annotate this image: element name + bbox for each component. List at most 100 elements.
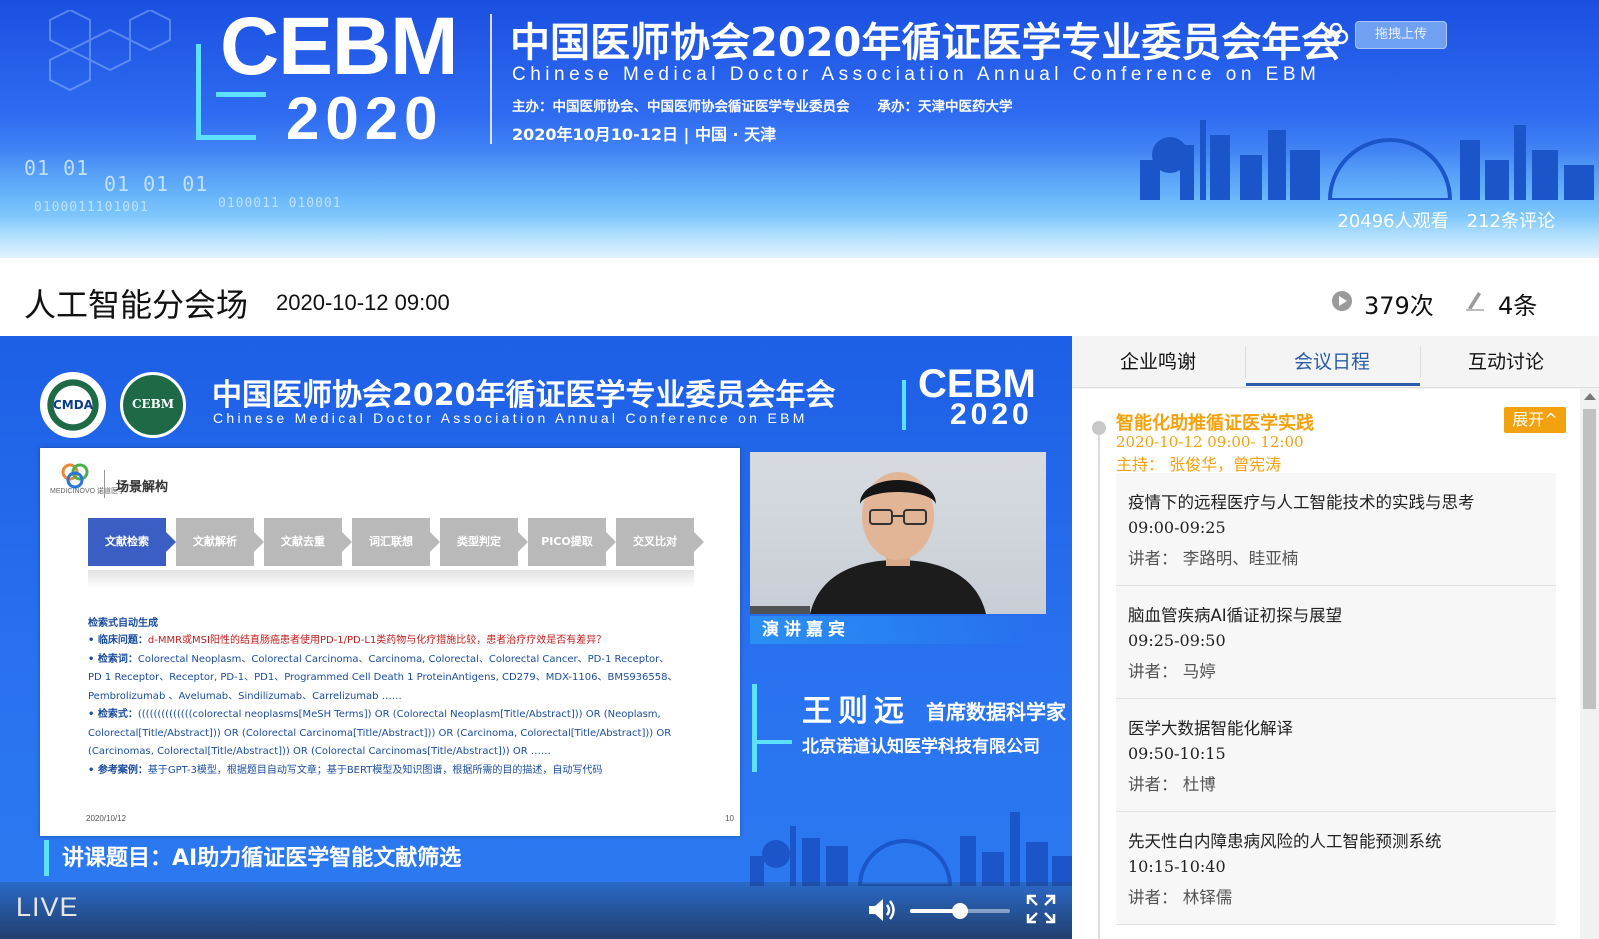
video-player[interactable]: CMDA CEBM 中国医师协会2020年循证医学专业委员会年会 Chinese… xyxy=(0,336,1072,939)
host-text: 主办：中国医师协会、中国医师协会循证医学专业委员会 xyxy=(512,99,850,115)
slide-line: • 检索词：Colorectal Neoplasm、Colorectal Car… xyxy=(88,651,708,670)
process-step: 文献检索 xyxy=(88,518,176,566)
talk-time: 09:00-09:25 xyxy=(1128,518,1226,537)
speaker-organization: 北京诺道认知医学科技有限公司 xyxy=(802,737,1040,757)
slide-line-prefix: • 参考案例： xyxy=(88,764,148,776)
speaker-tag: 演讲嘉宾 xyxy=(750,616,1040,644)
live-indicator: LIVE xyxy=(16,892,79,922)
link-icon[interactable] xyxy=(1322,22,1350,48)
step-reflection xyxy=(88,570,694,588)
active-tab-indicator xyxy=(1246,383,1420,386)
speaker-title: 首席数据科学家 xyxy=(926,700,1066,724)
panel-tabs: 企业鸣谢 会议日程 互动讨论 xyxy=(1072,336,1599,388)
slide-line: • 临床问题：d-MMR或MSI阳性的结直肠癌患者使用PD-1/PD-L1类药物… xyxy=(88,632,708,651)
process-steps: 文献检索 文献解析 文献去重 词汇联想 类型判定 PICO提取 交叉比对 xyxy=(88,518,704,566)
timeline-line xyxy=(1098,435,1100,939)
schedule-session-time: 2020-10-12 09:00- 12:00 xyxy=(1116,433,1304,451)
banner-title: 中国医师协会2020年循证医学专业委员会年会 xyxy=(510,20,1342,66)
banner-subtitle: Chinese Medical Doctor Association Annua… xyxy=(512,64,1321,85)
process-step: PICO提取 xyxy=(528,518,616,566)
slide-line-prefix: • 临床问题： xyxy=(88,635,148,646)
speaker-silhouette xyxy=(810,472,986,614)
pen-icon[interactable] xyxy=(1464,288,1486,312)
talk-speaker: 讲者： 杜博 xyxy=(1128,775,1216,794)
talk-list: 疫情下的远程医疗与人工智能技术的实践与思考 09:00-09:25 讲者： 李路… xyxy=(1116,473,1556,925)
logo-bracket xyxy=(902,380,906,430)
cebm-seal-text: CEBM xyxy=(131,397,175,411)
slide-heading: 场景解构 xyxy=(116,480,169,495)
cebm-logo-year: 2020 xyxy=(286,85,444,152)
player-controls: LIVE xyxy=(0,882,1072,939)
slide-line: Colorectal[Title/Abstract])) OR (Colorec… xyxy=(88,725,708,744)
list-item[interactable]: 脑血管疾病AI循证初探与展望 09:25-09:50 讲者： 马婷 xyxy=(1116,586,1556,699)
slide-line-text: Colorectal Neoplasm、Colorectal Carcinoma… xyxy=(137,653,670,665)
talk-title: 先天性白内障患病风险的人工智能预测系统 xyxy=(1128,832,1442,851)
slide-line: • 参考案例：基于GPT-3模型，根据题目自动写文章；基于BERT模型及知识图谱… xyxy=(88,762,708,781)
presentation-slide: MEDICINOVO 诺道医学 场景解构 文献检索 文献解析 文献去重 词汇联想… xyxy=(40,448,740,836)
talk-time: 09:50-10:15 xyxy=(1128,744,1226,763)
banner-hosts: 主办：中国医师协会、中国医师协会循证医学专业委员会 承办：天津中医药大学 xyxy=(512,95,1041,115)
binary-decoration: 0100011 010001 xyxy=(218,196,342,211)
logo-bracket xyxy=(196,44,256,140)
volume-icon[interactable] xyxy=(866,896,898,924)
schedule-list: 智能化助推循证医学实践 2020-10-12 09:00- 12:00 主持： … xyxy=(1072,389,1582,939)
binary-decoration: 01 01 xyxy=(24,156,90,180)
slide-page-number: 10 xyxy=(725,814,734,823)
talk-title: 医学大数据智能化解译 xyxy=(1128,719,1293,738)
slide-line: (Carcinomas, Colorectal[Title/Abstract])… xyxy=(88,743,708,762)
slide-line-prefix: • 检索词： xyxy=(88,653,138,665)
cmda-logo-text: CMDA xyxy=(53,398,93,412)
banner-date: 2020年10月10-12日 | 中国 · 天津 xyxy=(512,125,777,144)
list-item[interactable]: 先天性白内障患病风险的人工智能预测系统 10:15-10:40 讲者： 林铎儒 xyxy=(1116,812,1556,925)
slide-line-text: Colorectal[Title/Abstract])) OR (Colorec… xyxy=(88,727,672,739)
slide-line-text: PD 1 Receptor、Receptor, PD-1、PD1、Program… xyxy=(88,672,678,683)
scroll-thumb[interactable] xyxy=(1583,409,1596,709)
slide-line-text: Pembrolizumab 、Avelumab、Sindilizumab、Car… xyxy=(88,690,402,702)
process-step: 交叉比对 xyxy=(616,518,704,566)
fullscreen-icon[interactable] xyxy=(1026,894,1056,924)
cebm-logo: CEBM xyxy=(220,1,458,92)
speaker-name: 王则远 xyxy=(802,694,910,729)
video-cebm-year: 2020 xyxy=(950,398,1033,431)
slide-footer-date: 2020/10/12 xyxy=(86,814,127,823)
schedule-session-hosts: 主持： 张俊华，曾宪涛 xyxy=(1116,455,1282,474)
side-panel: 企业鸣谢 会议日程 互动讨论 智能化助推循证医学实践 2020-10-12 09… xyxy=(1072,336,1599,939)
list-item[interactable]: 医学大数据智能化解译 09:50-10:15 讲者： 杜博 xyxy=(1116,699,1556,812)
talk-title: 脑血管疾病AI循证初探与展望 xyxy=(1128,606,1343,625)
volume-knob[interactable] xyxy=(952,903,968,919)
slide-line-text: (Carcinomas, Colorectal[Title/Abstract])… xyxy=(88,746,551,757)
slide-section-title: 检索式自动生成 xyxy=(88,618,158,629)
session-datetime: 2020-10-12 09:00 xyxy=(276,290,450,315)
play-count-icon xyxy=(1332,291,1352,311)
scroll-up-icon[interactable] xyxy=(1584,393,1596,400)
event-banner: 01 01 01 01 01 0100011101001 0100011 010… xyxy=(0,0,1599,258)
talk-time: 09:25-09:50 xyxy=(1128,631,1226,650)
expand-button[interactable]: 展开^ xyxy=(1504,407,1566,433)
talk-title: 疫情下的远程医疗与人工智能技术的实践与思考 xyxy=(1128,493,1475,512)
list-item[interactable]: 疫情下的远程医疗与人工智能技术的实践与思考 09:00-09:25 讲者： 李路… xyxy=(1116,473,1556,586)
comment-total: 212条评论 xyxy=(1466,211,1555,232)
upload-button[interactable]: 拖拽上传 xyxy=(1355,21,1447,49)
process-step: 词汇联想 xyxy=(352,518,440,566)
view-count: 379次 xyxy=(1364,292,1434,320)
scrollbar[interactable] xyxy=(1580,389,1599,939)
slide-body: • 临床问题：d-MMR或MSI阳性的结直肠癌患者使用PD-1/PD-L1类药物… xyxy=(88,632,708,780)
cebm-seal-logo: CEBM xyxy=(120,372,186,438)
talk-speaker: 讲者： 林铎儒 xyxy=(1128,888,1233,907)
tab-schedule[interactable]: 会议日程 xyxy=(1246,336,1418,388)
tab-discussion[interactable]: 互动讨论 xyxy=(1420,336,1592,388)
camera-label xyxy=(750,606,810,614)
tab-sponsors[interactable]: 企业鸣谢 xyxy=(1072,336,1244,388)
video-skyline xyxy=(750,812,1072,886)
viewer-count: 20496人观看 xyxy=(1337,211,1449,232)
video-title: 中国医师协会2020年循证医学专业委员会年会 xyxy=(212,378,836,413)
volume-slider[interactable] xyxy=(910,903,1010,919)
cmda-logo: CMDA xyxy=(40,372,106,438)
organizer-text: 承办：天津中医药大学 xyxy=(877,99,1013,115)
slide-line-prefix: • 检索式： xyxy=(88,709,138,720)
talk-speaker: 讲者： 马婷 xyxy=(1128,662,1216,681)
slide-line-text: 基于GPT-3模型，根据题目自动写文章；基于BERT模型及知识图谱，根据所需的目… xyxy=(147,764,603,776)
slide-logo-text: MEDICINOVO 诺道医学 xyxy=(50,488,126,495)
binary-decoration: 0100011101001 xyxy=(34,200,149,215)
comment-count[interactable]: 4条 xyxy=(1498,286,1537,321)
